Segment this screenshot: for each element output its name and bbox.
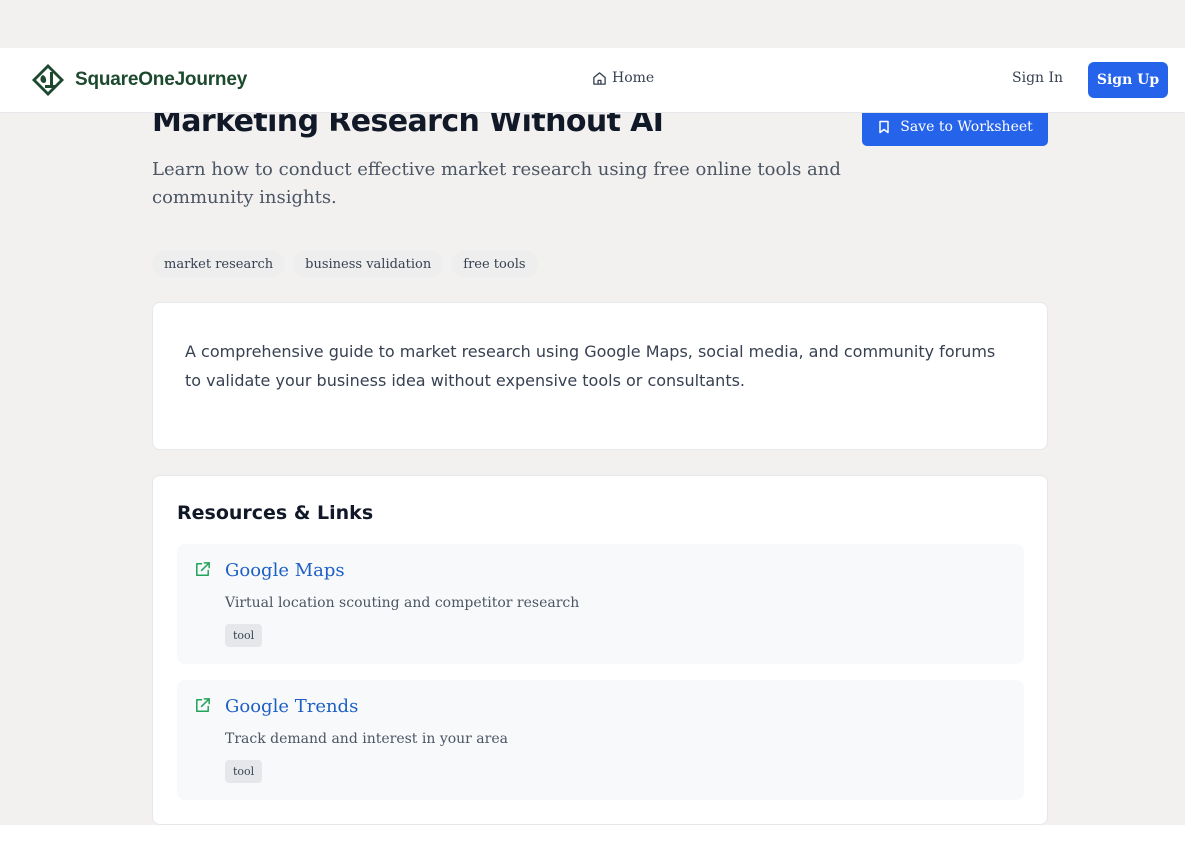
page-viewport: SquareOneJourney Home Sign In Sign Up Ma…	[0, 0, 1185, 825]
resource-item-google-maps: Google Maps Virtual location scouting an…	[177, 544, 1024, 664]
external-link-icon	[196, 698, 210, 712]
resources-card: Resources & Links Google Maps Virtual lo…	[152, 475, 1048, 825]
resource-link-google-maps[interactable]: Google Maps	[225, 560, 345, 581]
site-header: SquareOneJourney Home Sign In Sign Up	[0, 48, 1185, 113]
resources-heading: Resources & Links	[177, 502, 374, 524]
save-button-label: Save to Worksheet	[900, 118, 1033, 135]
sign-up-button[interactable]: Sign Up	[1088, 62, 1168, 98]
tag-list: market research business validation free…	[152, 250, 538, 278]
tag-free-tools[interactable]: free tools	[451, 250, 538, 278]
resource-type-badge: tool	[225, 760, 263, 783]
nav-home-link[interactable]: Home	[592, 70, 654, 86]
resource-description: Virtual location scouting and competitor…	[225, 595, 580, 611]
page-bottom-strip	[0, 825, 1185, 848]
tag-market-research[interactable]: market research	[152, 250, 286, 278]
tag-business-validation[interactable]: business validation	[293, 250, 444, 278]
description-text: A comprehensive guide to market research…	[185, 342, 996, 390]
sign-in-link[interactable]: Sign In	[1012, 70, 1063, 86]
description-card: A comprehensive guide to market research…	[152, 302, 1048, 450]
resource-item-google-trends: Google Trends Track demand and interest …	[177, 680, 1024, 800]
bookmark-icon	[879, 120, 889, 133]
resource-description: Track demand and interest in your area	[225, 731, 508, 747]
nav-home-label: Home	[612, 70, 655, 86]
external-link-icon	[196, 562, 210, 576]
brand-logo-link[interactable]: SquareOneJourney	[31, 63, 247, 97]
square-one-logo-icon	[32, 64, 64, 96]
page-subtitle: Learn how to conduct effective market re…	[152, 159, 841, 208]
brand-name: SquareOneJourney	[75, 69, 248, 90]
resource-type-badge: tool	[225, 624, 263, 647]
home-icon	[593, 71, 606, 85]
resource-link-google-trends[interactable]: Google Trends	[225, 696, 358, 717]
